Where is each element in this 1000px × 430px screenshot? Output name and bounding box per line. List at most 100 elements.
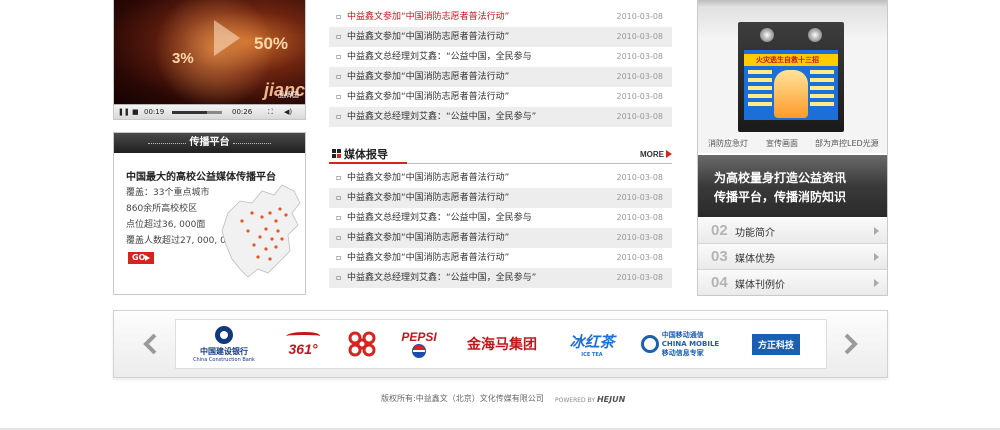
item-label[interactable]: 媒体刊例价 bbox=[735, 276, 785, 291]
tab-media-report[interactable]: 媒体报导 bbox=[329, 144, 407, 164]
founder-text: 方正科技 bbox=[751, 333, 800, 355]
list-item[interactable]: 02 功能简介 bbox=[698, 218, 887, 244]
banner-line: 为高校量身打造公益资讯 bbox=[714, 171, 847, 185]
chevron-left-icon[interactable] bbox=[141, 333, 161, 355]
firefighter-figure-icon bbox=[774, 70, 808, 118]
news-date: 2010-03-08 bbox=[616, 52, 664, 61]
slogan-banner[interactable]: 为高校量身打造公益资讯 传播平台，传播消防知识 bbox=[698, 155, 887, 217]
screen-bullets bbox=[810, 70, 834, 110]
bullet-icon: ▫ bbox=[336, 32, 342, 41]
right-column: 火灾逃生自救十三招 消防应急灯 宣传画面 部为声控LED光源 为高校量身打造公益… bbox=[697, 0, 888, 296]
list-item[interactable]: ▫ 中益鑫文参加“中国消防志愿者普法行动” 2010-03-08 bbox=[329, 228, 672, 248]
news-title[interactable]: 中益鑫文参加“中国消防志愿者普法行动” bbox=[347, 228, 509, 248]
lamp-icon bbox=[808, 28, 822, 42]
news-title[interactable]: 中益鑫文参加“中国消防志愿者普法行动” bbox=[347, 27, 509, 47]
list-item[interactable]: ▫ 中益鑫文总经理刘艾鑫：“公益中国，全民参与” 2010-03-08 bbox=[329, 268, 672, 288]
list-item[interactable]: ▫ 中益鑫文参加“中国消防志愿者普法行动” 2010-03-08 bbox=[329, 248, 672, 268]
fullscreen-icon[interactable]: ⛶ bbox=[268, 108, 273, 117]
ice-tea-logo[interactable]: 冰红茶 ICE TEA bbox=[560, 320, 624, 368]
arrow-right-icon bbox=[874, 279, 879, 287]
ice-tea-text: 冰红茶 bbox=[569, 332, 615, 351]
china-mobile-sub: 移动信息专家 bbox=[661, 348, 704, 357]
section-title: 媒体报导 bbox=[344, 148, 388, 161]
swoosh-icon bbox=[284, 331, 322, 340]
news-title[interactable]: 中益鑫文总经理刘艾鑫：“公益中国，全民参与” bbox=[347, 107, 536, 127]
partner-carousel: 中国建设银行 China Construction Bank 361° PEPS… bbox=[113, 310, 888, 378]
news-title[interactable]: 中益鑫文总经理刘艾鑫：“公益中国，全民参与 bbox=[347, 47, 532, 67]
current-time: 00:19 bbox=[144, 108, 165, 116]
screen-bullets bbox=[748, 70, 772, 110]
promo-caption: 宣传画面 bbox=[766, 139, 798, 148]
stop-icon[interactable]: ■ bbox=[132, 108, 139, 117]
news-title[interactable]: 中益鑫文参加“中国消防志愿者普法行动” bbox=[347, 248, 509, 268]
china-mobile-logo[interactable]: 中国移动通信 CHINA MOBILE 移动信息专家 bbox=[638, 320, 722, 368]
list-item[interactable]: ▫ 中益鑫文参加“中国消防志愿者普法行动” 2010-03-08 bbox=[329, 168, 672, 188]
news-date: 2010-03-08 bbox=[616, 233, 664, 242]
news-date: 2010-03-08 bbox=[616, 253, 664, 262]
device-screen-title: 火灾逃生自救十三招 bbox=[744, 54, 838, 66]
china-map-icon bbox=[221, 184, 301, 278]
video-overlay-tag: 品牌国 bbox=[278, 91, 299, 99]
pepsi-logo[interactable]: PEPSI bbox=[394, 320, 444, 368]
jinhaima-logo[interactable]: 金海马集团 bbox=[456, 320, 548, 368]
list-item[interactable]: ▫ 中益鑫文参加“中国消防志愿者普法行动” 2010-03-08 bbox=[329, 188, 672, 208]
news-title[interactable]: 中益鑫文参加“中国消防志愿者普法行动” bbox=[347, 7, 509, 27]
list-item[interactable]: 03 媒体优势 bbox=[698, 244, 887, 270]
news-date: 2010-03-08 bbox=[616, 213, 664, 222]
more-link[interactable]: MORE bbox=[640, 150, 672, 159]
news-title[interactable]: 中益鑫文参加“中国消防志愿者普法行动” bbox=[347, 87, 509, 107]
promo-caption: 部为声控LED光源 bbox=[815, 139, 879, 148]
video-screen[interactable]: 3% 50% jianc 品牌国 bbox=[114, 0, 305, 104]
list-item[interactable]: 04 媒体刊例价 bbox=[698, 270, 887, 295]
list-item[interactable]: ▫ 中益鑫文参加“中国消防志愿者普法行动” 2010-03-08 bbox=[329, 7, 672, 27]
ice-tea-sub: ICE TEA bbox=[581, 351, 603, 358]
item-label[interactable]: 功能简介 bbox=[735, 224, 775, 239]
jinhaima-text: 金海马集团 bbox=[467, 337, 537, 353]
powered-by[interactable]: POWERED BY HEJUN bbox=[555, 395, 625, 404]
bullet-icon: ▫ bbox=[336, 233, 342, 242]
progress-fill bbox=[172, 111, 207, 114]
emergency-light-device-image[interactable]: 火灾逃生自救十三招 bbox=[738, 22, 844, 132]
bullet-icon: ▫ bbox=[336, 92, 342, 101]
bullet-icon: ▫ bbox=[336, 52, 342, 61]
founder-logo[interactable]: 方正科技 bbox=[738, 320, 814, 368]
brand-361-text: 361° bbox=[288, 340, 318, 357]
news-title[interactable]: 中益鑫文总经理刘艾鑫：“公益中国，全民参与 bbox=[347, 208, 532, 228]
news-list-top: ▫ 中益鑫文参加“中国消防志愿者普法行动” 2010-03-08 ▫ 中益鑫文参加“中… bbox=[329, 7, 672, 127]
list-item[interactable]: ▫ 中益鑫文参加“中国消防志愿者普法行动” 2010-03-08 bbox=[329, 27, 672, 47]
pause-icon[interactable]: ❚❚ bbox=[118, 108, 130, 117]
total-time: 00:26 bbox=[232, 108, 253, 116]
banner-line: 传播平台，传播消防知识 bbox=[714, 190, 847, 204]
bullet-icon: ▫ bbox=[336, 273, 342, 282]
video-overlay-number: 3% bbox=[172, 50, 194, 67]
ccb-logo[interactable]: 中国建设银行 China Construction Bank bbox=[184, 320, 264, 368]
go-button[interactable]: GO bbox=[128, 252, 154, 264]
ccb-name: 中国建设银行 bbox=[200, 346, 248, 356]
bullet-icon: ▫ bbox=[336, 253, 342, 262]
progress-bar[interactable] bbox=[172, 111, 222, 114]
news-title[interactable]: 中益鑫文参加“中国消防志愿者普法行动” bbox=[347, 188, 509, 208]
china-unicom-logo[interactable] bbox=[342, 320, 382, 368]
list-item[interactable]: ▫ 中益鑫文总经理刘艾鑫：“公益中国，全民参与 2010-03-08 bbox=[329, 47, 672, 67]
list-item[interactable]: ▫ 中益鑫文参加“中国消防志愿者普法行动” 2010-03-08 bbox=[329, 67, 672, 87]
arrow-right-icon bbox=[874, 253, 879, 261]
bullet-icon: ▫ bbox=[336, 213, 342, 222]
bullet-icon: ▫ bbox=[336, 173, 342, 182]
list-item[interactable]: ▫ 中益鑫文参加“中国消防志愿者普法行动” 2010-03-08 bbox=[329, 87, 672, 107]
numbered-links: 02 功能简介 03 媒体优势 04 媒体刊例价 bbox=[698, 218, 887, 295]
bullet-icon: ▫ bbox=[336, 193, 342, 202]
news-list-bottom: ▫ 中益鑫文参加“中国消防志愿者普法行动” 2010-03-08 ▫ 中益鑫文参加“中… bbox=[329, 168, 672, 288]
video-overlay-number: 50% bbox=[254, 34, 289, 53]
video-player[interactable]: 3% 50% jianc 品牌国 ❚❚ ■ 00:19 00:26 ⛶ ◀) bbox=[113, 0, 306, 120]
volume-icon[interactable]: ◀) bbox=[284, 108, 292, 117]
powered-by-brand: HEJUN bbox=[596, 395, 626, 404]
arrow-right-icon bbox=[874, 227, 879, 235]
item-label[interactable]: 媒体优势 bbox=[735, 250, 775, 265]
list-item[interactable]: ▫ 中益鑫文总经理刘艾鑫：“公益中国，全民参与 2010-03-08 bbox=[329, 208, 672, 228]
chevron-right-icon[interactable] bbox=[840, 333, 860, 355]
brand-361-logo[interactable]: 361° bbox=[278, 320, 328, 368]
news-title[interactable]: 中益鑫文参加“中国消防志愿者普法行动” bbox=[347, 168, 509, 188]
list-item[interactable]: ▫ 中益鑫文总经理刘艾鑫：“公益中国，全民参与” 2010-03-08 bbox=[329, 107, 672, 127]
news-title[interactable]: 中益鑫文参加“中国消防志愿者普法行动” bbox=[347, 67, 509, 87]
news-title[interactable]: 中益鑫文总经理刘艾鑫：“公益中国，全民参与” bbox=[347, 268, 536, 288]
